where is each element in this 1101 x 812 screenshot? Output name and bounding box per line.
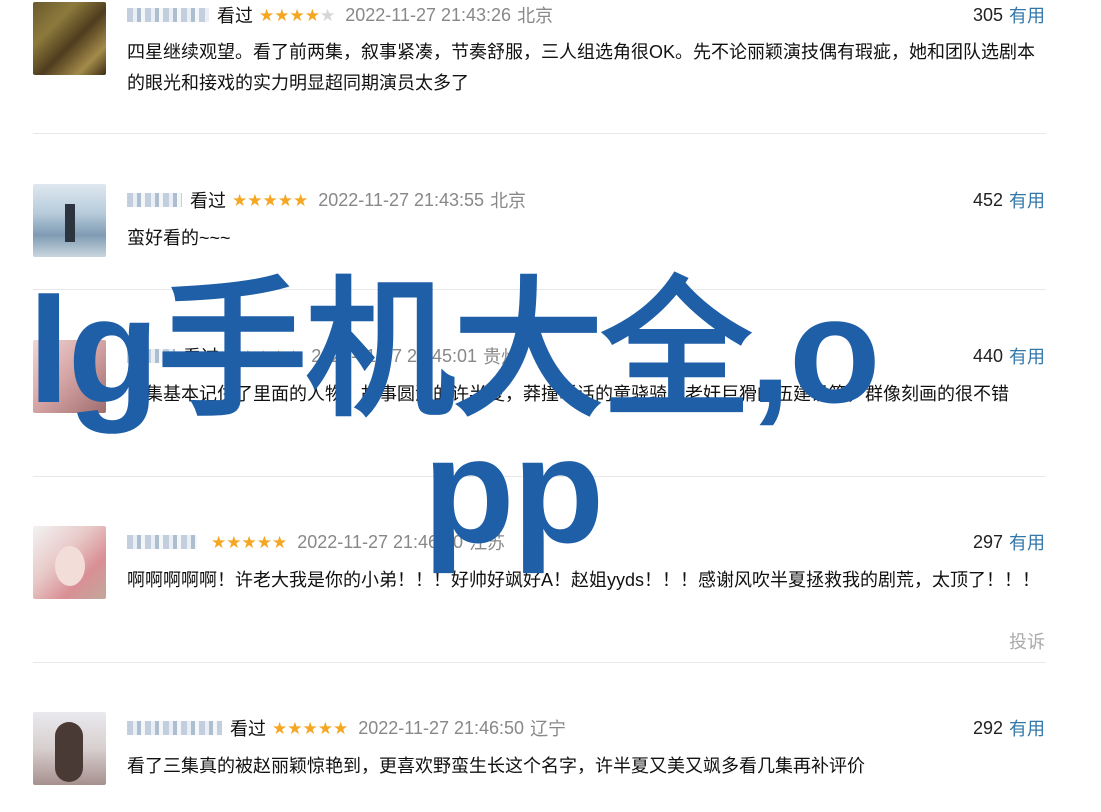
star-icon: ★ [255,346,271,366]
star-icon: ★ [333,718,349,738]
useful-button[interactable]: 有用 [1009,715,1045,741]
star-icon: ★ [277,190,293,210]
star-icon: ★ [225,346,241,366]
comment-meta: 看过 ★ ★ ★ ★ ★ 2022-11-27 21:43:55 北京 [127,188,526,212]
comment-text: 四星继续观望。看了前两集，叙事紧凑，节奏舒服，三人组选角很OK。先不论丽颖演技偶… [127,42,1036,93]
star-icon: ★ [274,5,290,25]
rating-stars: ★ ★ ★ ★ ★ [232,192,308,209]
username[interactable] [127,535,197,549]
comment-text: 啊啊啊啊啊！许老大我是你的小弟！！！好帅好飒好A！赵姐yyds！！！感谢风吹半夏… [127,570,1041,590]
rating-stars: ★ ★ ★ ★ ★ [211,534,287,551]
username[interactable] [127,721,222,735]
star-icon: ★ [211,532,227,552]
star-icon: ★ [232,190,248,210]
star-icon: ★ [317,718,333,738]
rating-stars: ★ ★ ★ ★ ★ [259,7,335,24]
star-icon: ★ [256,532,272,552]
star-empty-icon: ★ [320,5,336,25]
comment-date: 2022-11-27 21:45:01 [311,345,478,366]
report-button[interactable]: 投诉 [1009,628,1045,654]
useful-button[interactable]: 有用 [1009,187,1045,213]
star-icon: ★ [241,532,257,552]
star-icon: ★ [272,532,288,552]
divider [33,476,1046,477]
star-icon: ★ [286,346,302,366]
comment-meta: 看过 ★ ★ ★ ★ ★ 2022-11-27 21:45:01 贵州 [127,344,519,368]
comment-meta: ★ ★ ★ ★ ★ 2022-11-27 21:46:10 江苏 [127,530,505,554]
star-icon: ★ [304,5,320,25]
avatar[interactable] [33,184,106,257]
star-icon: ★ [247,190,263,210]
vote-count: 440 [972,345,1003,366]
vote-count: 297 [972,531,1003,552]
star-icon: ★ [240,346,256,366]
star-icon: ★ [226,532,242,552]
watched-label: 看过 [183,347,219,367]
star-icon: ★ [262,190,278,210]
vote-count: 305 [972,4,1003,25]
divider [33,133,1046,134]
comment-date: 2022-11-27 21:43:26 [345,4,512,25]
vote-area: 305 有用 [973,3,1045,27]
comment-date: 2022-11-27 21:46:10 [297,531,464,552]
divider [33,289,1046,290]
vote-count: 452 [972,189,1003,210]
vote-area: 440 有用 [973,344,1045,368]
username[interactable] [127,193,182,207]
star-icon: ★ [289,5,305,25]
avatar[interactable] [33,712,106,785]
vote-area: 292 有用 [973,716,1045,740]
username[interactable] [127,8,209,22]
star-icon: ★ [302,718,318,738]
comment-meta: 看过 ★ ★ ★ ★ ★ 2022-11-27 21:43:26 北京 [127,3,553,27]
star-icon: ★ [259,5,275,25]
star-icon: ★ [270,346,286,366]
useful-button[interactable]: 有用 [1009,343,1045,369]
comment-location: 贵州 [483,347,520,367]
vote-count: 292 [972,717,1003,738]
vote-area: 452 有用 [973,188,1045,212]
star-icon: ★ [293,190,309,210]
useful-button[interactable]: 有用 [1009,2,1045,28]
rating-stars: ★ ★ ★ ★ ★ [272,720,348,737]
comment-location: 辽宁 [530,719,567,739]
star-icon: ★ [272,718,288,738]
comment-text: 两集基本记住了里面的人物，故事圆润的许半夏，莽撞听话的童骁骑，老奸巨猾的伍建设等… [127,384,1009,404]
comment-text: 看了三集真的被赵丽颖惊艳到，更喜欢野蛮生长这个名字，许半夏又美又飒多看几集再补评… [127,756,865,776]
comment-date: 2022-11-27 21:43:55 [318,189,485,210]
divider [33,662,1046,663]
avatar[interactable] [33,2,106,75]
comment-location: 北京 [517,6,554,26]
comment-location: 江苏 [469,533,506,553]
comment-meta: 看过 ★ ★ ★ ★ ★ 2022-11-27 21:46:50 辽宁 [127,716,566,740]
vote-area: 297 有用 [973,530,1045,554]
rating-stars: ★ ★ ★ ★ ★ [225,348,301,365]
useful-button[interactable]: 有用 [1009,529,1045,555]
avatar[interactable] [33,526,106,599]
comment-text: 蛮好看的~~~ [127,228,231,248]
watched-label: 看过 [190,191,226,211]
watermark-title: lg手机大全,o pp [28,275,1088,565]
star-icon: ★ [287,718,303,738]
comment-location: 北京 [490,191,527,211]
watched-label: 看过 [217,6,253,26]
username[interactable] [127,349,175,363]
comment-date: 2022-11-27 21:46:50 [358,717,525,738]
watched-label: 看过 [230,719,266,739]
avatar[interactable] [33,340,106,413]
